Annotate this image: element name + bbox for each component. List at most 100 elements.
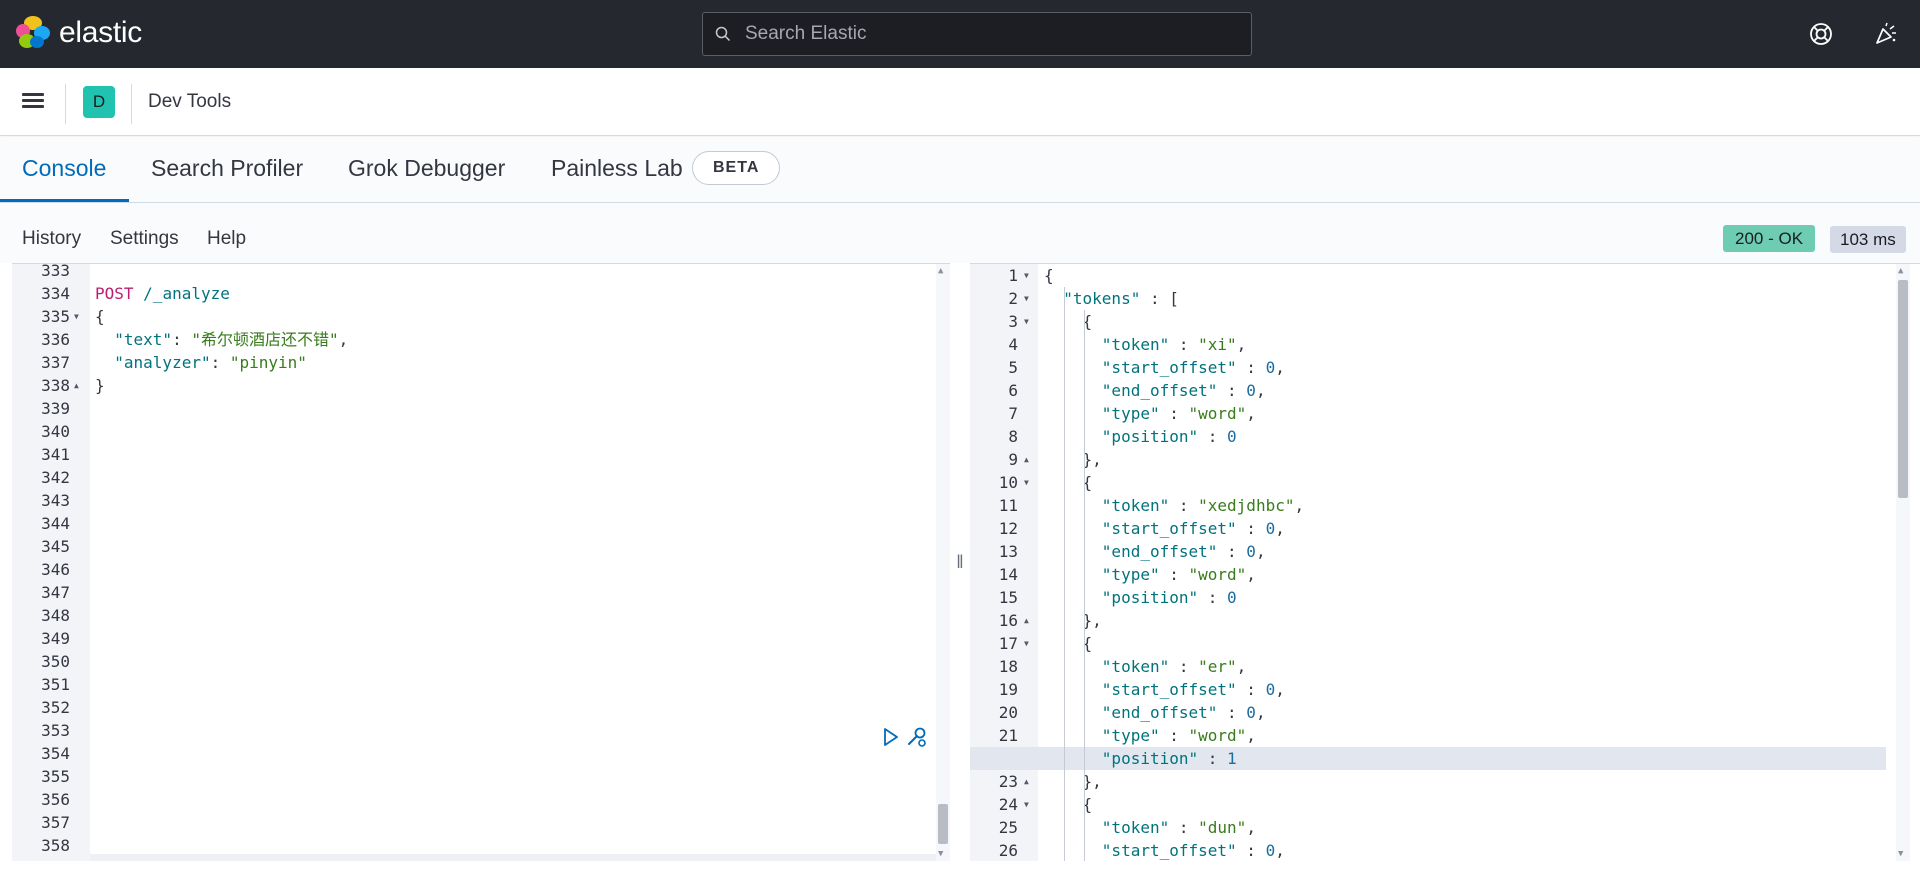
line-number: 12 xyxy=(998,519,1018,538)
scroll-up-arrow[interactable]: ▲ xyxy=(938,266,943,276)
fold-toggle-icon[interactable]: ▼ xyxy=(1024,478,1029,487)
breadcrumb-bar: D Dev Tools xyxy=(0,68,1920,136)
request-method: POST xyxy=(95,284,134,303)
request-scrollbar[interactable] xyxy=(936,264,950,861)
response-line: "token" : "xi", xyxy=(1101,335,1247,354)
response-scroll-thumb[interactable] xyxy=(1898,280,1908,498)
request-scroll-thumb[interactable] xyxy=(938,804,948,844)
response-line: "type" : "word", xyxy=(1101,726,1256,745)
line-number: 335 xyxy=(41,307,70,326)
line-number: 3 xyxy=(1008,312,1018,331)
fold-toggle-icon[interactable]: ▼ xyxy=(1024,800,1029,809)
body-close-brace: } xyxy=(95,376,105,395)
beta-badge: BETA xyxy=(692,151,781,185)
response-editor[interactable]: 1 ▼ 2 ▼ 3 ▼ 4 5 6 7 8 9 ▲ 10 ▼ 11 12 13 14 15 16 ▲ 17 ▼ 18 19 20 21… xyxy=(970,263,1920,861)
response-line: "position" : 1 xyxy=(1101,749,1237,768)
fold-toggle-icon[interactable]: ▼ xyxy=(1024,639,1029,648)
line-number: 339 xyxy=(41,399,70,418)
request-h-scrollbar[interactable] xyxy=(90,854,936,861)
fold-toggle-icon[interactable]: ▼ xyxy=(1024,271,1029,280)
line-number: 5 xyxy=(1008,358,1018,377)
fold-toggle-icon[interactable]: ▲ xyxy=(1024,455,1029,464)
response-line: "start_offset" : 0, xyxy=(1101,841,1285,860)
line-number: 357 xyxy=(41,813,70,832)
fold-toggle-icon[interactable]: ▲ xyxy=(1024,777,1029,786)
active-tab-indicator xyxy=(0,199,129,202)
settings-link[interactable]: Settings xyxy=(110,228,179,250)
line-number: 348 xyxy=(41,606,70,625)
text-value: "希尔顿酒店还不错" xyxy=(191,330,339,349)
elastic-logo-icon xyxy=(16,16,50,50)
line-number: 358 xyxy=(41,836,70,855)
response-line: }, xyxy=(1044,450,1102,469)
space-avatar[interactable]: D xyxy=(83,86,115,118)
line-number: 10 xyxy=(998,473,1018,492)
scroll-up-arrow[interactable]: ▲ xyxy=(1898,266,1903,276)
line-number: 341 xyxy=(41,445,70,464)
response-gutter: 1 ▼ 2 ▼ 3 ▼ 4 5 6 7 8 9 ▲ 10 ▼ 11 12 13 14 15 16 ▲ 17 ▼ 18 19 20 21… xyxy=(970,264,1038,861)
line-number: 350 xyxy=(41,652,70,671)
line-number: 15 xyxy=(998,588,1018,607)
brand-name: elastic xyxy=(59,16,142,49)
line-number: 13 xyxy=(998,542,1018,561)
scroll-down-arrow[interactable]: ▼ xyxy=(938,849,943,859)
tab-console[interactable]: Console xyxy=(22,155,106,182)
line-number: 354 xyxy=(41,744,70,763)
line-number: 340 xyxy=(41,422,70,441)
request-gutter: 333 334 335 ▼ 336 337 338 ▲ 339 340 341 342 343 344 34… xyxy=(12,264,90,861)
tab-search-profiler[interactable]: Search Profiler xyxy=(151,155,303,182)
text-key: "text" xyxy=(114,330,173,349)
line-number: 19 xyxy=(998,680,1018,699)
line-number: 336 xyxy=(41,330,70,349)
line-number: 14 xyxy=(998,565,1018,584)
line-number: 342 xyxy=(41,468,70,487)
pane-resizer[interactable]: ‖ xyxy=(950,263,970,861)
fold-toggle-icon[interactable]: ▲ xyxy=(74,381,79,390)
line-number: 2 xyxy=(1008,289,1018,308)
tab-painless-lab[interactable]: Painless Lab xyxy=(551,155,683,182)
response-line: "start_offset" : 0, xyxy=(1101,680,1285,699)
search-input[interactable] xyxy=(745,23,1225,45)
console-toolbar: History Settings Help 200 - OK 103 ms xyxy=(0,203,1920,263)
fold-toggle-icon[interactable]: ▼ xyxy=(1024,317,1029,326)
response-line: "type" : "word", xyxy=(1101,565,1256,584)
response-line: "type" : "word", xyxy=(1101,404,1256,423)
indent-guide xyxy=(1064,287,1065,861)
line-number: 347 xyxy=(41,583,70,602)
line-number: 1 xyxy=(1008,266,1018,285)
devtools-tabs: Console Search Profiler Grok Debugger Pa… xyxy=(0,137,1920,203)
send-request-icon[interactable] xyxy=(878,725,902,749)
response-line: "token" : "dun", xyxy=(1101,818,1256,837)
help-link[interactable]: Help xyxy=(207,228,246,250)
body-open-brace: { xyxy=(95,307,105,326)
response-line: "end_offset" : 0, xyxy=(1101,381,1266,400)
menu-toggle-button[interactable] xyxy=(18,90,48,114)
line-number: 352 xyxy=(41,698,70,717)
line-number: 26 xyxy=(998,841,1018,860)
response-line: "position" : 0 xyxy=(1101,588,1237,607)
fold-toggle-icon[interactable]: ▲ xyxy=(1024,616,1029,625)
elastic-logo[interactable]: elastic xyxy=(16,16,142,50)
help-lifebuoy-icon[interactable] xyxy=(1807,20,1835,48)
analyzer-value: "pinyin" xyxy=(229,353,307,372)
fold-toggle-icon[interactable]: ▼ xyxy=(74,312,79,321)
scroll-down-arrow[interactable]: ▼ xyxy=(1898,849,1903,859)
body-analyzer-line: "analyzer": "pinyin" xyxy=(114,353,307,372)
line-number: 337 xyxy=(41,353,70,372)
newsfeed-icon[interactable] xyxy=(1872,20,1900,48)
status-badge: 200 - OK xyxy=(1723,225,1816,252)
response-line: { xyxy=(1044,266,1054,285)
response-line: "start_offset" : 0, xyxy=(1101,358,1285,377)
tab-grok-debugger[interactable]: Grok Debugger xyxy=(348,155,505,182)
wrench-settings-icon[interactable] xyxy=(904,725,928,749)
line-number: 355 xyxy=(41,767,70,786)
analyzer-key: "analyzer" xyxy=(114,353,211,372)
body-text-line: "text": "希尔顿酒店还不错", xyxy=(114,330,349,349)
history-link[interactable]: History xyxy=(22,228,81,250)
line-number: 356 xyxy=(41,790,70,809)
request-editor[interactable]: 333 334 335 ▼ 336 337 338 ▲ 339 340 341 342 343 344 34… xyxy=(12,263,950,861)
fold-toggle-icon[interactable]: ▼ xyxy=(1024,294,1029,303)
line-number: 353 xyxy=(41,721,70,740)
line-number: 20 xyxy=(998,703,1018,722)
global-search[interactable] xyxy=(702,12,1252,56)
